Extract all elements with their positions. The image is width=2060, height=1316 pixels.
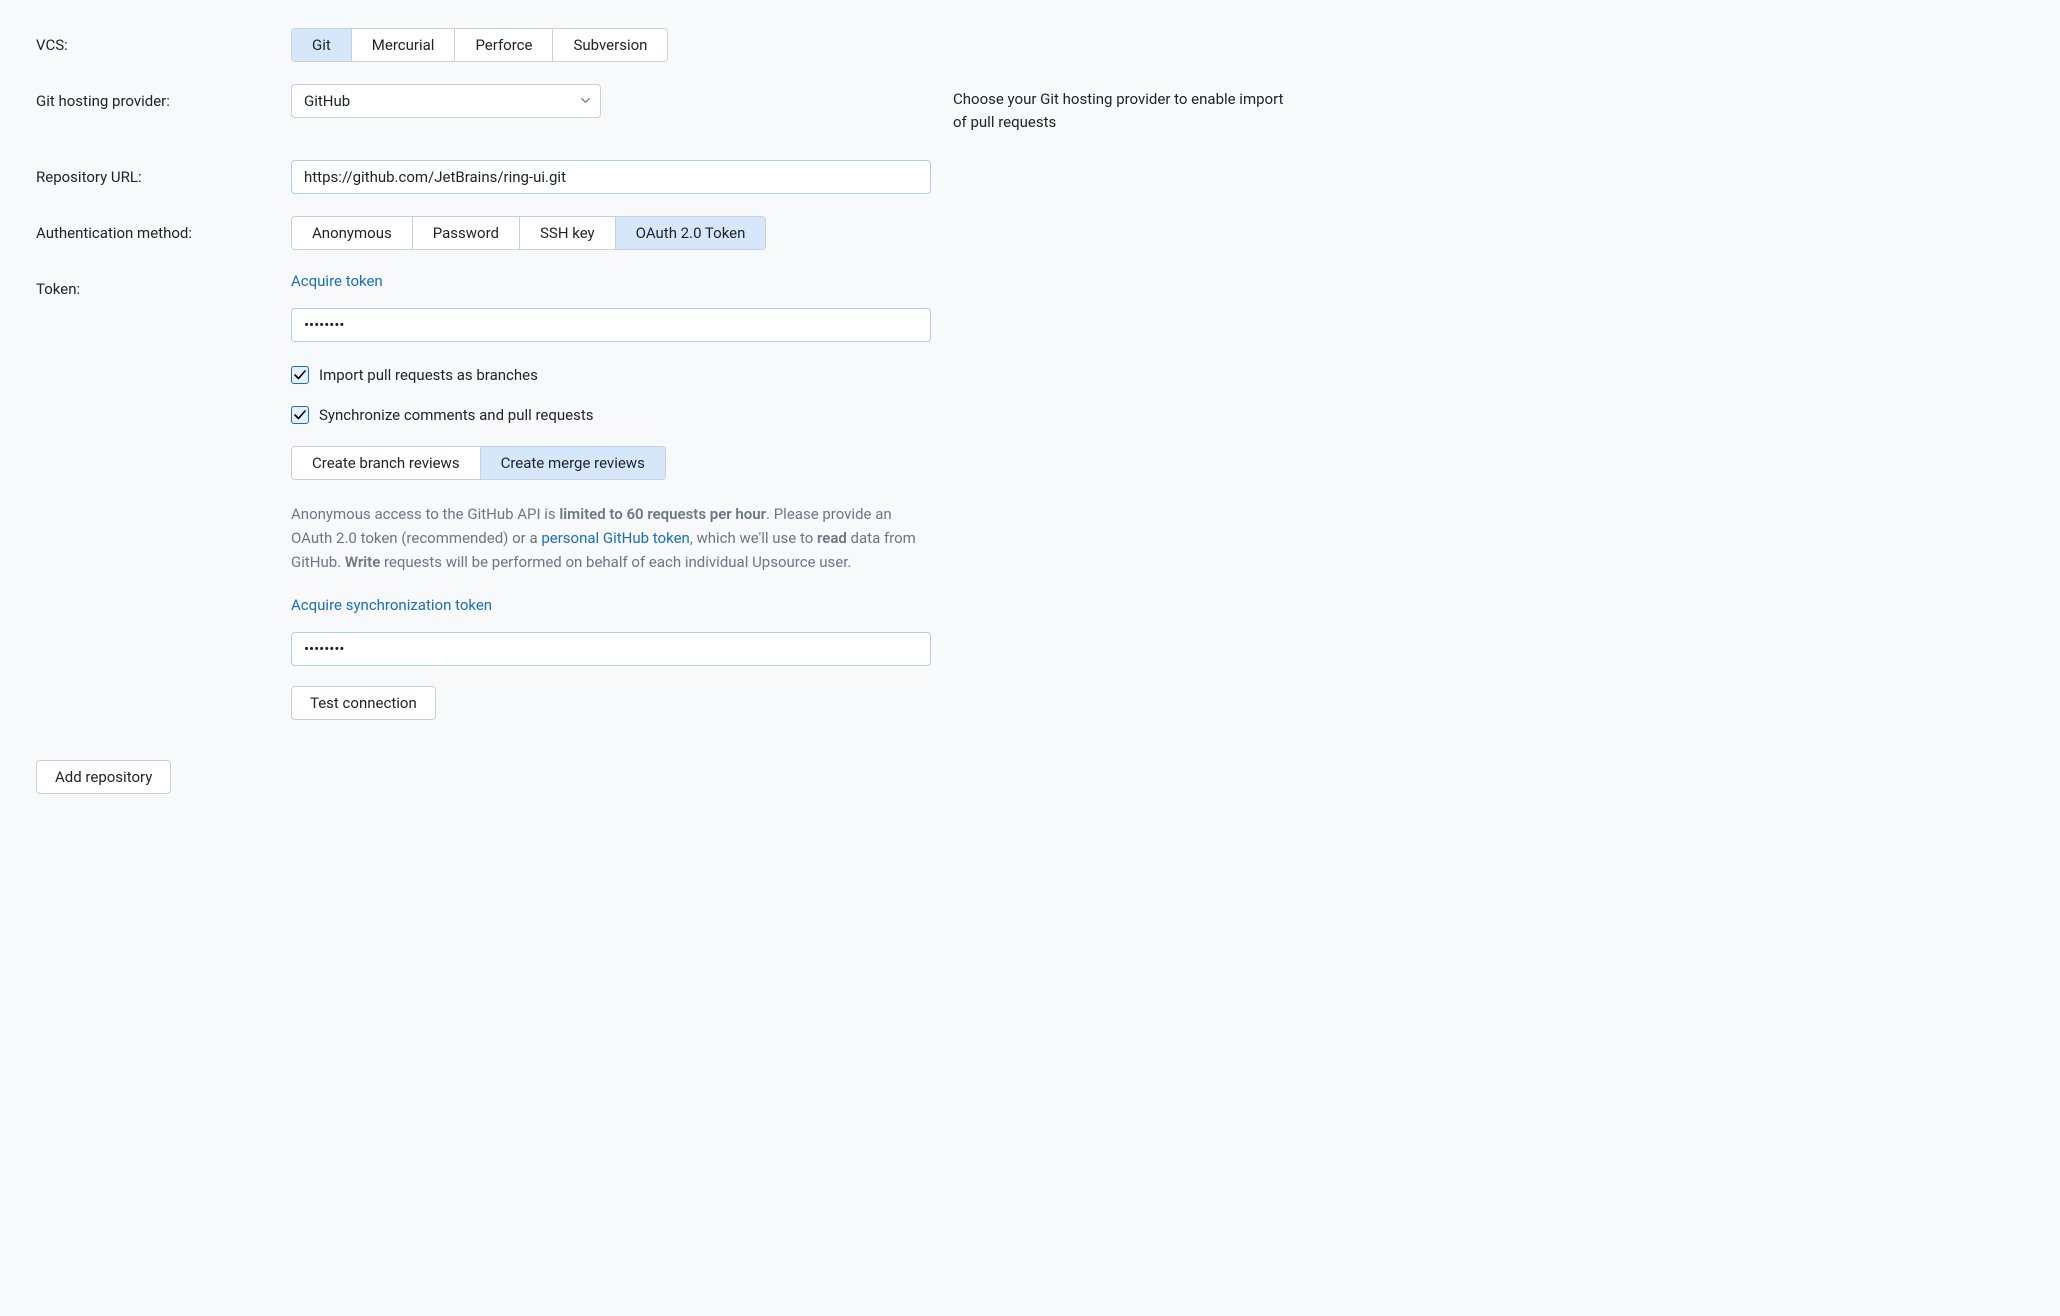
auth-segmented: Anonymous Password SSH key OAuth 2.0 Tok…	[291, 216, 766, 250]
auth-option-anonymous[interactable]: Anonymous	[292, 217, 413, 249]
anonymous-access-info: Anonymous access to the GitHub API is li…	[291, 502, 931, 574]
auth-method-label: Authentication method:	[36, 216, 291, 250]
sync-comments-label: Synchronize comments and pull requests	[319, 406, 594, 424]
token-label: Token:	[36, 272, 291, 306]
acquire-token-link[interactable]: Acquire token	[291, 272, 931, 290]
provider-select[interactable]: GitHub	[291, 84, 601, 118]
auth-option-password[interactable]: Password	[413, 217, 520, 249]
check-icon	[293, 408, 307, 422]
vcs-segmented: Git Mercurial Perforce Subversion	[291, 28, 668, 62]
vcs-label: VCS:	[36, 28, 291, 62]
token-input[interactable]	[291, 308, 931, 342]
test-connection-button[interactable]: Test connection	[291, 686, 436, 720]
repo-url-input[interactable]	[291, 160, 931, 194]
check-icon	[293, 368, 307, 382]
personal-github-token-link[interactable]: personal GitHub token	[541, 529, 689, 547]
sync-token-input[interactable]	[291, 632, 931, 666]
provider-help-text: Choose your Git hosting provider to enab…	[931, 84, 1291, 133]
vcs-option-subversion[interactable]: Subversion	[553, 29, 667, 61]
add-repository-button[interactable]: Add repository	[36, 760, 171, 794]
review-option-branch[interactable]: Create branch reviews	[292, 447, 481, 479]
auth-option-oauth[interactable]: OAuth 2.0 Token	[616, 217, 766, 249]
provider-label: Git hosting provider:	[36, 84, 291, 118]
vcs-option-git[interactable]: Git	[292, 29, 352, 61]
vcs-option-mercurial[interactable]: Mercurial	[352, 29, 456, 61]
review-segmented: Create branch reviews Create merge revie…	[291, 446, 666, 480]
import-pr-checkbox[interactable]	[291, 366, 309, 384]
sync-comments-checkbox[interactable]	[291, 406, 309, 424]
review-option-merge[interactable]: Create merge reviews	[481, 447, 665, 479]
import-pr-label: Import pull requests as branches	[319, 366, 538, 384]
auth-option-ssh[interactable]: SSH key	[520, 217, 616, 249]
acquire-sync-token-link[interactable]: Acquire synchronization token	[291, 596, 931, 614]
vcs-option-perforce[interactable]: Perforce	[455, 29, 553, 61]
repo-url-label: Repository URL:	[36, 160, 291, 194]
